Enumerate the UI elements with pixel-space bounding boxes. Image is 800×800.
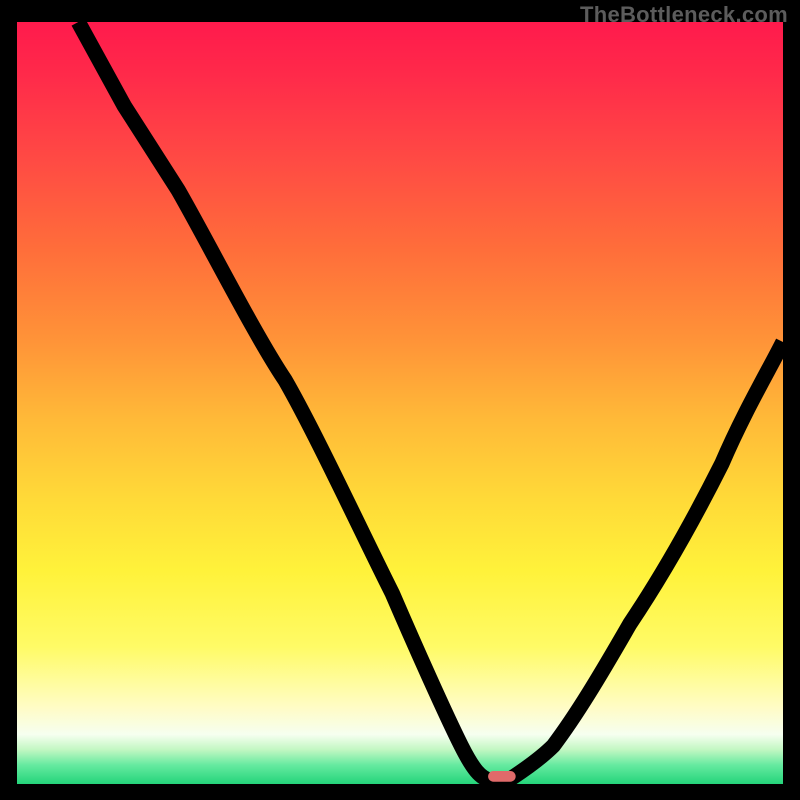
chart-frame: TheBottleneck.com bbox=[0, 0, 800, 800]
bottleneck-chart bbox=[17, 22, 783, 784]
gradient-background bbox=[17, 22, 783, 784]
optimal-marker bbox=[488, 771, 516, 782]
